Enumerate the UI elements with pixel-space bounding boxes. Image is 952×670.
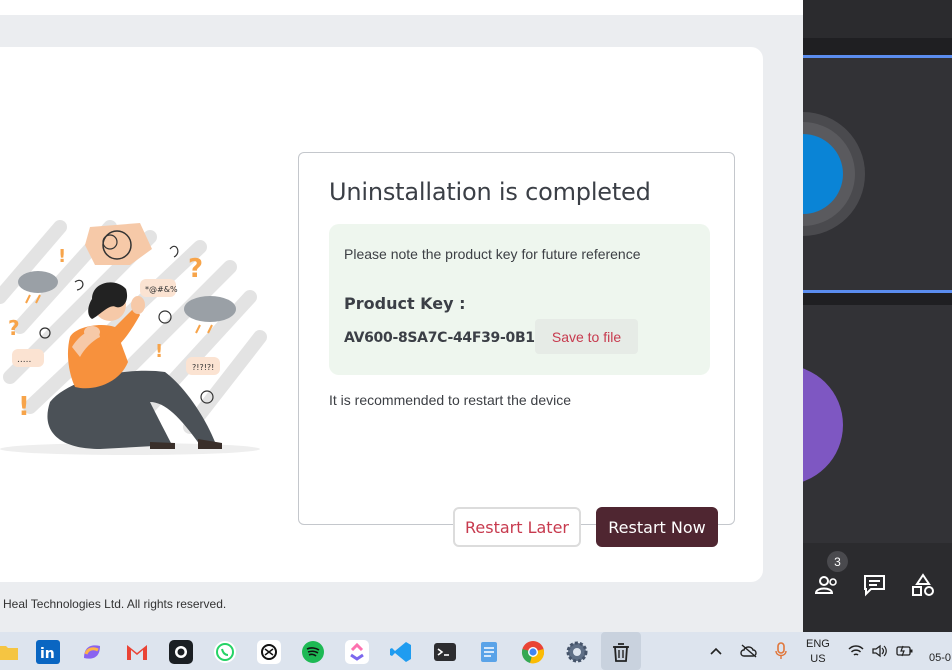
- wifi-icon[interactable]: [848, 644, 864, 658]
- spotify-icon[interactable]: [301, 640, 325, 664]
- restart-later-button[interactable]: Restart Later: [453, 507, 581, 547]
- battery-icon[interactable]: [896, 644, 914, 658]
- svg-text:?: ?: [188, 254, 203, 284]
- microphone-icon[interactable]: [775, 642, 787, 660]
- restart-now-button[interactable]: Restart Now: [596, 507, 718, 547]
- participants-count-badge: 3: [827, 551, 848, 572]
- window-top-strip: [0, 0, 803, 15]
- speaker-icon[interactable]: [872, 644, 888, 658]
- save-to-file-button[interactable]: Save to file: [535, 319, 638, 354]
- stressed-woman-illustration: *@#&% ..... ?!?!?! ? ? ! ! !: [0, 220, 267, 455]
- product-key-panel: Please note the product key for future r…: [329, 224, 710, 375]
- activities-icon[interactable]: [910, 573, 936, 597]
- uninstall-result-panel: Uninstallation is completed Please note …: [298, 152, 735, 525]
- chat-icon[interactable]: [862, 573, 888, 597]
- language-code: ENG: [806, 638, 830, 650]
- github-icon[interactable]: [169, 640, 193, 664]
- clickup-icon[interactable]: [345, 640, 369, 664]
- notepad-icon[interactable]: [477, 640, 501, 664]
- participant-avatar-purple: [803, 368, 843, 482]
- svg-text:.....: .....: [17, 355, 31, 365]
- svg-text:*@#&%: *@#&%: [145, 285, 178, 294]
- svg-text:in: in: [40, 646, 55, 662]
- call-pane-header: [803, 0, 952, 38]
- product-key-value: AV600-8SA7C-44F39-0B121: [344, 330, 554, 346]
- people-icon[interactable]: [814, 573, 840, 597]
- call-side-pane: [803, 0, 952, 632]
- language-indicator[interactable]: ENG US: [806, 637, 830, 667]
- svg-text:?!?!?!: ?!?!?!: [192, 363, 214, 372]
- terminal-icon[interactable]: [433, 640, 457, 664]
- windows-taskbar: in ENG US 05-0: [0, 632, 952, 670]
- copyright-footer: Heal Technologies Ltd. All rights reserv…: [3, 597, 227, 611]
- restart-recommendation-text: It is recommended to restart the device: [329, 392, 571, 408]
- system-clock-date[interactable]: 05-0: [929, 652, 951, 664]
- file-explorer-icon[interactable]: [0, 640, 20, 664]
- linkedin-icon[interactable]: in: [36, 640, 60, 664]
- chrome-icon[interactable]: [521, 640, 545, 664]
- app-window: *@#&% ..... ?!?!?! ? ? ! ! ! Uninstallat…: [0, 0, 803, 620]
- participant-tile-1[interactable]: [803, 55, 952, 293]
- svg-text:!: !: [155, 341, 163, 362]
- chatgpt-icon[interactable]: [257, 640, 281, 664]
- copilot-icon[interactable]: [80, 640, 104, 664]
- svg-text:!: !: [58, 246, 66, 267]
- whatsapp-icon[interactable]: [213, 640, 237, 664]
- participant-tile-2[interactable]: [803, 305, 952, 543]
- gmail-icon[interactable]: [125, 640, 149, 664]
- recycle-bin-icon[interactable]: [609, 640, 633, 664]
- product-key-label: Product Key :: [344, 294, 466, 313]
- svg-text:!: !: [18, 392, 30, 422]
- key-note-text: Please note the product key for future r…: [344, 246, 641, 262]
- vscode-icon[interactable]: [389, 640, 413, 664]
- cloud-offline-icon[interactable]: [740, 644, 758, 658]
- dialog-title: Uninstallation is completed: [329, 178, 651, 206]
- settings-gear-icon[interactable]: [565, 640, 589, 664]
- content-card: *@#&% ..... ?!?!?! ? ? ! ! ! Uninstallat…: [0, 47, 763, 582]
- participant-avatar-blue: [803, 112, 865, 236]
- region-code: US: [810, 653, 826, 665]
- svg-text:?: ?: [8, 316, 20, 340]
- chevron-up-icon[interactable]: [709, 646, 723, 656]
